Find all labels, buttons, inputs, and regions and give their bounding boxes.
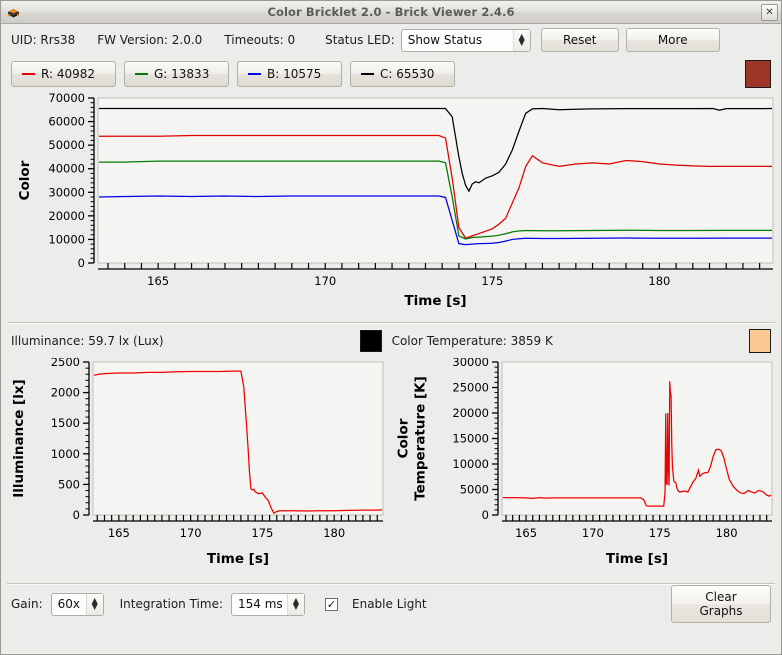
svg-text:175: 175 xyxy=(649,526,671,540)
integration-time-label: Integration Time: xyxy=(119,597,223,611)
svg-text:70000: 70000 xyxy=(48,92,85,105)
color-chart: 0 10000 20000 30000 40000 50000 60000 70000 165 1… xyxy=(1,91,781,322)
svg-text:170: 170 xyxy=(314,274,336,288)
brick-icon xyxy=(4,3,23,22)
integration-time-select[interactable]: 154 ms ▲ ▼ xyxy=(231,592,305,616)
svg-text:0: 0 xyxy=(78,256,85,270)
illuminance-label: Illuminance: 59.7 lx (Lux) xyxy=(11,334,164,348)
close-icon[interactable]: ✕ xyxy=(761,3,778,21)
uid-label: UID: Rrs38 xyxy=(11,33,76,47)
svg-text:165: 165 xyxy=(515,526,537,540)
svg-text:1500: 1500 xyxy=(51,416,80,430)
line-swatch-green-icon xyxy=(135,73,148,75)
color-chart-svg: 0 10000 20000 30000 40000 50000 60000 70000 165 1… xyxy=(17,91,774,309)
svg-text:10000: 10000 xyxy=(452,457,489,471)
svg-text:175: 175 xyxy=(251,526,273,540)
svg-text:Time [s]: Time [s] xyxy=(207,551,269,567)
measured-color-swatch xyxy=(745,60,771,88)
enable-light-label: Enable Light xyxy=(352,597,427,611)
color-temperature-label: Color Temperature: 3859 K xyxy=(391,334,553,348)
chevron-updown-icon[interactable]: ▲ ▼ xyxy=(512,29,530,51)
svg-text:60000: 60000 xyxy=(48,115,85,129)
firmware-version-label: FW Version: 2.0.0 xyxy=(97,33,203,47)
svg-text:2500: 2500 xyxy=(51,358,80,369)
legend-label-red: R: 40982 xyxy=(41,67,95,81)
line-swatch-blue-icon xyxy=(248,73,261,75)
legend-label-blue: B: 10575 xyxy=(267,67,322,81)
settings-toolbar: Gain: 60x ▲ ▼ Integration Time: 154 ms ▲ ▼… xyxy=(1,585,781,623)
svg-text:Illuminance [lx]: Illuminance [lx] xyxy=(11,379,27,497)
secondary-charts: 0 500 1000 1500 2000 2500 165 170 175 180 Time [s]… xyxy=(1,358,781,583)
illuminance-chart-svg: 0 500 1000 1500 2000 2500 165 170 175 180 Time [s]… xyxy=(11,358,384,567)
svg-text:165: 165 xyxy=(108,526,130,540)
more-button[interactable]: More xyxy=(625,28,720,52)
svg-text:25000: 25000 xyxy=(452,381,489,395)
legend-button-clear[interactable]: C: 65530 xyxy=(350,61,455,87)
svg-text:2000: 2000 xyxy=(51,386,80,400)
window-title: Color Bricklet 2.0 - Brick Viewer 2.4.6 xyxy=(267,5,515,19)
svg-text:170: 170 xyxy=(582,526,604,540)
device-header-toolbar: UID: Rrs38 FW Version: 2.0.0 Timeouts: 0… xyxy=(1,24,781,56)
svg-text:10000: 10000 xyxy=(48,232,85,246)
svg-text:50000: 50000 xyxy=(48,138,85,152)
svg-text:Color: Color xyxy=(17,160,33,200)
svg-text:500: 500 xyxy=(58,477,80,491)
color-legend-row: R: 40982 G: 13833 B: 10575 C: 65530 xyxy=(1,56,781,92)
line-swatch-red-icon xyxy=(22,73,35,75)
svg-text:180: 180 xyxy=(323,526,345,540)
svg-text:175: 175 xyxy=(481,274,503,288)
app-window: Color Bricklet 2.0 - Brick Viewer 2.4.6 … xyxy=(0,0,782,655)
line-swatch-black-icon xyxy=(361,73,374,75)
svg-text:0: 0 xyxy=(482,508,489,522)
svg-text:180: 180 xyxy=(716,526,738,540)
status-led-label: Status LED: xyxy=(325,33,395,47)
legend-button-blue[interactable]: B: 10575 xyxy=(237,61,342,87)
readout-row: Illuminance: 59.7 lx (Lux) Color Tempera… xyxy=(1,324,781,358)
illuminance-swatch xyxy=(359,330,382,352)
svg-text:30000: 30000 xyxy=(452,358,489,369)
reset-button[interactable]: Reset xyxy=(540,28,619,52)
svg-text:Time [s]: Time [s] xyxy=(404,293,466,309)
color-temperature-chart-svg: 0 5000 10000 15000 20000 25000 30000 165 170 175 1… xyxy=(396,358,773,567)
svg-text:15000: 15000 xyxy=(452,432,489,446)
svg-text:Time [s]: Time [s] xyxy=(606,551,668,567)
title-bar: Color Bricklet 2.0 - Brick Viewer 2.4.6 … xyxy=(1,1,781,24)
svg-text:40000: 40000 xyxy=(48,162,85,176)
svg-text:20000: 20000 xyxy=(452,406,489,420)
svg-text:Color: Color xyxy=(396,418,412,458)
svg-text:180: 180 xyxy=(648,274,670,288)
legend-label-green: G: 13833 xyxy=(154,67,210,81)
legend-label-clear: C: 65530 xyxy=(380,67,435,81)
svg-text:20000: 20000 xyxy=(48,209,85,223)
svg-text:Temperature [K]: Temperature [K] xyxy=(413,376,429,501)
svg-text:30000: 30000 xyxy=(48,185,85,199)
enable-light-checkbox[interactable]: ✓ xyxy=(325,597,338,611)
gain-label: Gain: xyxy=(11,597,43,611)
svg-text:170: 170 xyxy=(180,526,202,540)
svg-text:0: 0 xyxy=(73,508,80,522)
gain-value: 60x xyxy=(57,597,81,611)
svg-text:1000: 1000 xyxy=(51,447,80,461)
gain-chevron-updown-icon[interactable]: ▲ ▼ xyxy=(85,593,103,615)
legend-button-red[interactable]: R: 40982 xyxy=(11,61,116,87)
status-led-select[interactable]: Show Status ▲ ▼ xyxy=(400,28,531,52)
svg-text:5000: 5000 xyxy=(460,483,489,497)
timeouts-label: Timeouts: 0 xyxy=(224,33,296,47)
status-led-value: Show Status xyxy=(407,33,483,47)
color-temperature-swatch xyxy=(749,329,771,353)
integration-chevron-updown-icon[interactable]: ▲ ▼ xyxy=(287,593,304,615)
legend-button-green[interactable]: G: 13833 xyxy=(124,61,229,87)
integration-time-value: 154 ms xyxy=(238,597,283,611)
gain-select[interactable]: 60x ▲ ▼ xyxy=(50,592,104,616)
svg-text:165: 165 xyxy=(147,274,169,288)
clear-graphs-button[interactable]: Clear Graphs xyxy=(671,585,771,623)
